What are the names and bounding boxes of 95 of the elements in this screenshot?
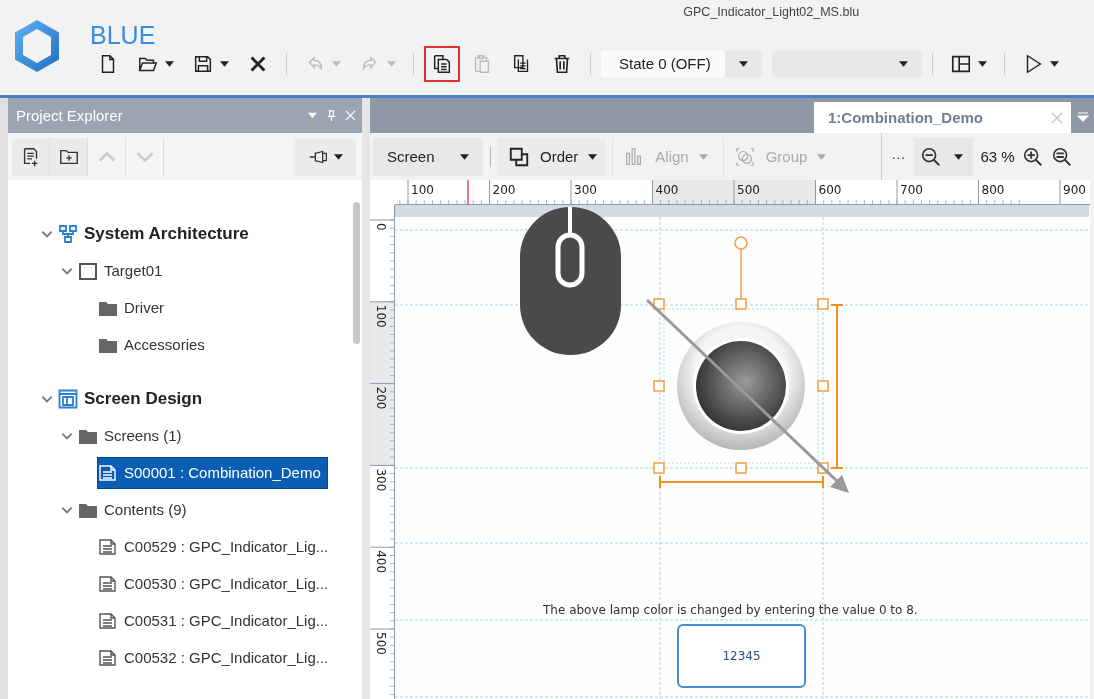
- zoom-out-icon: [920, 145, 943, 168]
- mouse-icon: [520, 207, 621, 355]
- tree-item-label: C00532 : GPC_Indicator_Lig...: [124, 649, 329, 666]
- ruler-label: 0: [374, 223, 388, 231]
- more-button[interactable]: ···: [889, 148, 908, 165]
- ruler-label: 400: [655, 183, 679, 197]
- tree-item-label: C00530 : GPC_Indicator_Lig...: [124, 575, 329, 592]
- document-icon: [98, 536, 118, 557]
- caret-icon[interactable]: [307, 110, 318, 121]
- tree-item-label: S00001 : Combination_Demo: [124, 464, 321, 481]
- document-icon: [98, 610, 118, 631]
- caret-icon: [977, 61, 987, 67]
- state-dropdown[interactable]: State 0 (OFF): [601, 51, 762, 77]
- ruler-label: 600: [818, 183, 842, 197]
- caret-icon: [588, 153, 598, 160]
- copy-button[interactable]: [424, 46, 460, 82]
- document-icon: [98, 647, 118, 668]
- tree-item-label: System Architecture: [84, 223, 249, 244]
- ruler-label: 500: [737, 183, 760, 197]
- tree-item[interactable]: C00531 : GPC_Indicator_Lig...: [98, 605, 335, 636]
- numeric-input-field[interactable]: 12345: [677, 624, 806, 688]
- ruler-label: 300: [374, 468, 388, 492]
- tree-item[interactable]: Target01: [78, 255, 169, 286]
- tree-item-label: C00531 : GPC_Indicator_Lig...: [124, 612, 329, 629]
- ruler-label: 100: [374, 304, 388, 328]
- design-canvas[interactable]: The above lamp color is changed by entering the value 0 to 8. 12345: [395, 205, 1090, 699]
- caption-text: The above lamp color is changed by entering the value 0 to 8.: [543, 603, 918, 617]
- tree-item-label: Contents (9): [104, 501, 187, 518]
- tree-item-label: Screen Design: [84, 388, 203, 409]
- add-folder-button[interactable]: [50, 137, 88, 176]
- tree-item-label: Screens (1): [104, 427, 182, 444]
- tree-item[interactable]: Screens (1): [78, 420, 188, 451]
- file-name: GPC_Indicator_Light02_MS.blu: [683, 5, 860, 21]
- document-icon: [98, 573, 118, 594]
- caret-icon: [220, 61, 229, 67]
- caret-icon: [387, 61, 396, 67]
- indicator-lamp[interactable]: [677, 322, 805, 450]
- tree-item[interactable]: Screen Design: [58, 383, 209, 414]
- tree-item[interactable]: Accessories: [98, 329, 211, 360]
- caret-icon: [817, 153, 827, 160]
- caret-icon: [1049, 61, 1059, 67]
- tree-item-label: Accessories: [124, 336, 205, 353]
- tab-label: 1:Combination_Demo: [828, 109, 983, 126]
- tree-item[interactable]: C00532 : GPC_Indicator_Lig...: [98, 642, 335, 673]
- caret-icon: [460, 153, 469, 160]
- tree-item-label: Driver: [124, 299, 164, 316]
- group-icon: [733, 145, 756, 168]
- ruler-label: 300: [574, 183, 597, 197]
- zoom-level: 63 %: [980, 148, 1015, 165]
- copy-icon: [431, 53, 453, 75]
- caret-icon: [738, 61, 748, 67]
- caret-icon: [332, 61, 341, 67]
- tree-item-label: C00529 : GPC_Indicator_Lig...: [124, 538, 329, 555]
- document-tab[interactable]: 1:Combination_Demo: [814, 102, 1071, 133]
- tree-item[interactable]: C00529 : GPC_Indicator_Lig...: [98, 531, 335, 562]
- tab-menu-icon[interactable]: [1077, 110, 1089, 122]
- save-icon: [192, 53, 214, 75]
- ruler-label: 500: [374, 632, 388, 655]
- layout-icon: [949, 53, 972, 75]
- tree-item[interactable]: Contents (9): [78, 494, 193, 525]
- tree-item[interactable]: S00001 : Combination_Demo: [98, 457, 327, 488]
- add-item-button[interactable]: [12, 137, 50, 176]
- ruler-label: 800: [981, 183, 1005, 197]
- tree-item[interactable]: C00530 : GPC_Indicator_Lig...: [98, 568, 335, 599]
- square-icon: [78, 260, 98, 281]
- order-icon: [508, 145, 530, 168]
- ruler-label: 400: [374, 550, 388, 574]
- tree-item-label: Target01: [104, 262, 163, 279]
- selection-handles[interactable]: [653, 236, 829, 474]
- caret-icon: [698, 153, 708, 160]
- logo-icon: [12, 18, 62, 74]
- zoom-out-button[interactable]: [914, 137, 974, 176]
- zoom-in-icon[interactable]: [1021, 145, 1044, 168]
- panel-title: Project Explorer: [16, 107, 123, 124]
- ruler-label: 200: [374, 386, 388, 410]
- network-icon: [58, 222, 78, 245]
- scrollbar[interactable]: [353, 202, 360, 344]
- document-icon: [98, 462, 118, 483]
- ruler-label: 100: [411, 183, 434, 197]
- pin-dropdown-button[interactable]: [294, 137, 356, 176]
- tree-item[interactable]: System Architecture: [58, 218, 255, 249]
- view-select[interactable]: Screen: [373, 137, 483, 176]
- caret-icon: [954, 153, 964, 160]
- app-name: BLUE: [90, 21, 156, 51]
- ruler-label: 900: [1063, 183, 1086, 197]
- ruler-label: 200: [492, 183, 516, 197]
- caret-icon: [898, 61, 908, 67]
- tree-item[interactable]: Driver: [98, 292, 170, 323]
- caret-icon: [333, 153, 343, 160]
- screen-icon: [58, 387, 78, 410]
- pin-icon[interactable]: [326, 110, 337, 121]
- zoom-icon[interactable]: [1050, 145, 1073, 168]
- order-button[interactable]: Order: [498, 137, 606, 176]
- caret-icon: [165, 61, 174, 67]
- ruler-label: 700: [900, 183, 923, 197]
